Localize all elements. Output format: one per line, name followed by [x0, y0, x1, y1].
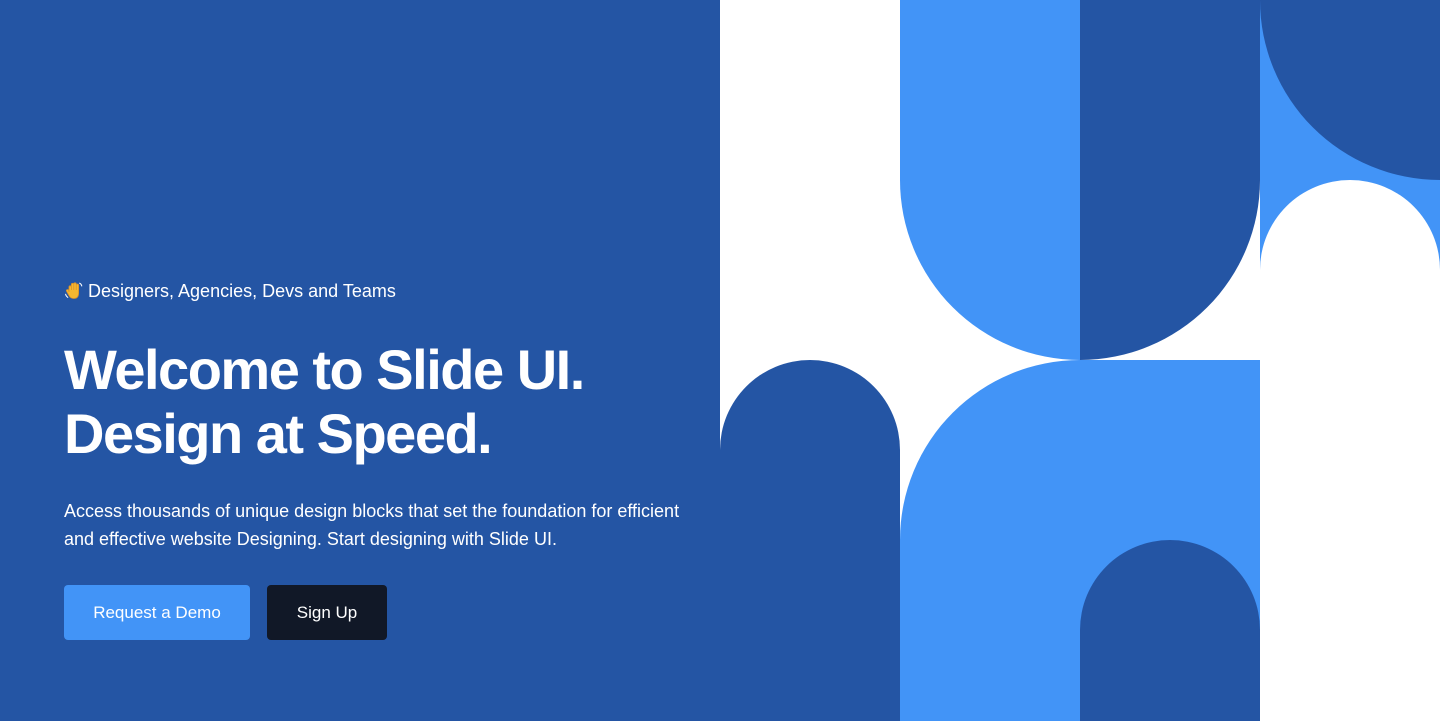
- request-demo-button[interactable]: Request a Demo: [64, 585, 250, 640]
- headline-line-1: Welcome to Slide UI.: [64, 338, 585, 401]
- hero-description: Access thousands of unique design blocks…: [64, 501, 680, 549]
- eyebrow-text: Designers, Agencies, Devs and Teams: [64, 280, 396, 302]
- shape-dark-arch-left: [720, 360, 900, 721]
- eyebrow-label: Designers, Agencies, Devs and Teams: [88, 281, 396, 301]
- waving-hand-icon: [64, 281, 84, 301]
- shape-dark-arch-center: [1080, 540, 1260, 721]
- shape-white-pill-base: [1260, 600, 1440, 721]
- headline-line-2: Design at Speed.: [64, 402, 493, 465]
- sign-up-button[interactable]: Sign Up: [267, 585, 387, 640]
- page-title: Welcome to Slide UI. Design at Speed.: [64, 338, 585, 466]
- hero-content: Designers, Agencies, Devs and Teams Welc…: [0, 0, 720, 721]
- hero-section: Designers, Agencies, Devs and Teams Welc…: [0, 0, 1440, 721]
- decorative-shapes: [720, 0, 1440, 721]
- decorative-shapes-svg: [720, 0, 1440, 721]
